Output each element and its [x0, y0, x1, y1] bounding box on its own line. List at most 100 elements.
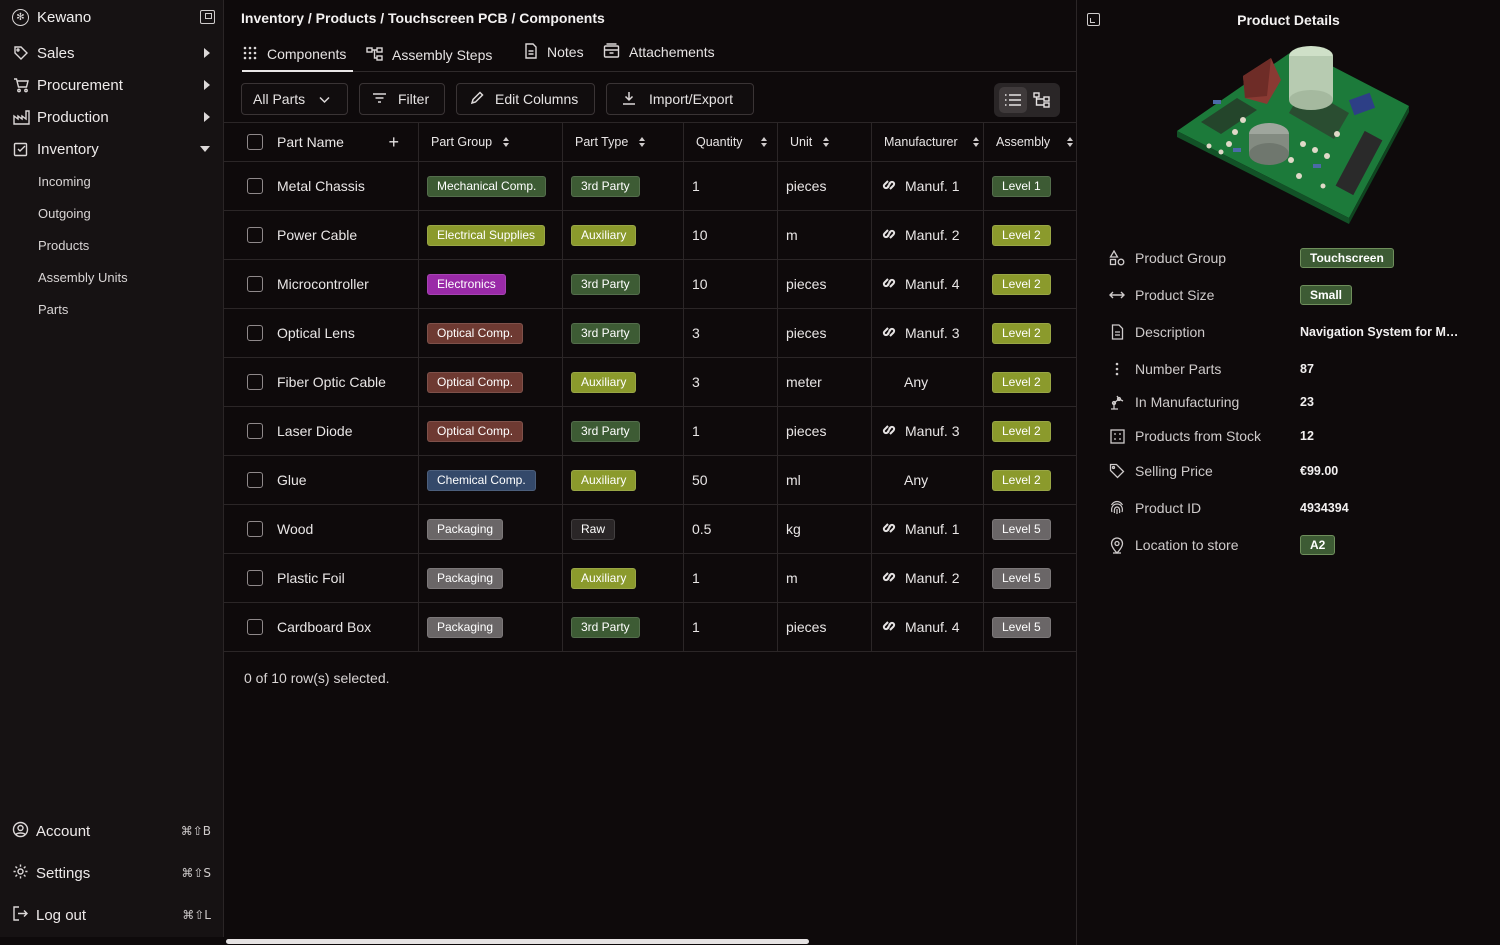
part-type-badge: Auxiliary [571, 567, 637, 589]
header-part-name[interactable]: Part Name + [224, 123, 419, 161]
sidebar-item-production[interactable]: Production [0, 101, 224, 133]
row-checkbox[interactable] [247, 374, 263, 390]
header-part-group[interactable]: Part Group [419, 123, 563, 161]
cell-assembly: Level 2 [984, 211, 1076, 259]
tree-view-icon[interactable] [1028, 87, 1056, 113]
row-checkbox[interactable] [247, 570, 263, 586]
manufacturer-link[interactable]: Manuf. 3 [882, 325, 959, 341]
row-checkbox[interactable] [247, 619, 263, 635]
sidebar-subitem-assembly-units[interactable]: Assembly Units [0, 261, 224, 293]
property-row: In Manufacturing 23 [1109, 390, 1480, 414]
table-row[interactable]: Microcontroller Electronics 3rd Party 10… [224, 260, 1076, 309]
part-type-badge: Raw [571, 518, 616, 540]
part-group-badge: Chemical Comp. [427, 469, 536, 491]
cell-manufacturer: Manuf. 1 [872, 505, 984, 553]
unit-value: pieces [786, 276, 827, 292]
part-type-badge: 3rd Party [571, 175, 640, 197]
row-checkbox[interactable] [247, 521, 263, 537]
table-row[interactable]: Laser Diode Optical Comp. 3rd Party 1 pi… [224, 407, 1076, 456]
property-row: Product ID 4934394 [1109, 496, 1480, 520]
table-row[interactable]: Cardboard Box Packaging 3rd Party 1 piec… [224, 603, 1076, 652]
part-name: Plastic Foil [277, 570, 345, 586]
sort-icon [761, 137, 767, 147]
location-pin-icon [1109, 536, 1125, 554]
row-checkbox[interactable] [247, 423, 263, 439]
sidebar-toggle-icon[interactable] [200, 10, 215, 24]
row-checkbox[interactable] [247, 178, 263, 194]
sidebar-subitem-parts[interactable]: Parts [0, 293, 224, 325]
manufacturer-link[interactable]: Manuf. 1 [882, 178, 959, 194]
unit-value: m [786, 570, 798, 586]
property-label: Selling Price [1135, 463, 1213, 479]
property-value: 87 [1300, 362, 1314, 376]
table-row[interactable]: Optical Lens Optical Comp. 3rd Party 3 p… [224, 309, 1076, 358]
manufacturer-link[interactable]: Manuf. 3 [882, 423, 959, 439]
table-row[interactable]: Wood Packaging Raw 0.5 kg Manuf. 1 Level… [224, 505, 1076, 554]
logout-button[interactable]: Log out ⌘⇧L [12, 904, 211, 926]
cell-part-group: Chemical Comp. [419, 456, 563, 504]
cell-part-group: Electronics [419, 260, 563, 308]
manufacturer-value: Manuf. 4 [905, 619, 960, 635]
panel-title: Product Details [1237, 12, 1340, 28]
import-export-button[interactable]: Import/Export [606, 83, 754, 115]
cell-part-name: Plastic Foil [224, 554, 419, 602]
list-view-icon[interactable] [998, 87, 1027, 113]
tab-attachments[interactable]: Attachements [603, 35, 715, 69]
cell-assembly: Level 5 [984, 603, 1076, 651]
header-unit[interactable]: Unit [778, 123, 872, 161]
assembly-badge: Level 2 [992, 371, 1051, 393]
sidebar-subitem-outgoing[interactable]: Outgoing [0, 197, 224, 229]
table-row[interactable]: Fiber Optic Cable Optical Comp. Auxiliar… [224, 358, 1076, 407]
settings-button[interactable]: Settings ⌘⇧S [12, 862, 211, 884]
add-column-icon[interactable]: + [388, 132, 399, 153]
manufacturer-link[interactable]: Manuf. 4 [882, 276, 959, 292]
row-checkbox[interactable] [247, 276, 263, 292]
filter-button[interactable]: Filter [359, 83, 445, 115]
part-group-badge: Optical Comp. [427, 420, 524, 442]
tab-bar: Components Assembly Steps Notes Attachem… [242, 38, 1076, 72]
manufacturer-value: Manuf. 4 [905, 276, 960, 292]
parts-filter-select[interactable]: All Parts [241, 83, 348, 115]
cell-manufacturer: Manuf. 4 [872, 603, 984, 651]
manufacturer-link[interactable]: Manuf. 4 [882, 619, 959, 635]
tab-notes[interactable]: Notes [524, 35, 584, 69]
sidebar: ✻ Kewano Sales Procurement Production In… [0, 0, 224, 937]
horizontal-scrollbar[interactable] [226, 939, 809, 944]
table-row[interactable]: Power Cable Electrical Supplies Auxiliar… [224, 211, 1076, 260]
sidebar-subitem-incoming[interactable]: Incoming [0, 165, 224, 197]
cell-part-type: 3rd Party [563, 407, 684, 455]
header-part-type[interactable]: Part Type [563, 123, 684, 161]
cell-part-group: Packaging [419, 603, 563, 651]
part-name: Cardboard Box [277, 619, 372, 635]
header-manufacturer[interactable]: Manufacturer [872, 123, 984, 161]
header-quantity[interactable]: Quantity [684, 123, 778, 161]
account-button[interactable]: Account ⌘⇧B [12, 820, 211, 842]
row-checkbox[interactable] [247, 325, 263, 341]
sidebar-item-procurement[interactable]: Procurement [0, 69, 224, 101]
manufacturer-link[interactable]: Manuf. 1 [882, 521, 959, 537]
sort-icon [503, 137, 510, 147]
link-icon [882, 424, 896, 439]
manufacturer-link[interactable]: Manuf. 2 [882, 570, 959, 586]
sidebar-subitem-products[interactable]: Products [0, 229, 224, 261]
tab-components[interactable]: Components [242, 38, 353, 72]
table-row[interactable]: Plastic Foil Packaging Auxiliary 1 m Man… [224, 554, 1076, 603]
row-checkbox[interactable] [247, 227, 263, 243]
header-assembly[interactable]: Assembly [984, 123, 1076, 161]
part-group-badge: Packaging [427, 518, 504, 540]
sidebar-item-inventory[interactable]: Inventory [0, 133, 224, 165]
edit-columns-button[interactable]: Edit Columns [456, 83, 595, 115]
column-title: Unit [790, 135, 813, 149]
row-checkbox[interactable] [247, 472, 263, 488]
table-row[interactable]: Glue Chemical Comp. Auxiliary 50 ml Any … [224, 456, 1076, 505]
hierarchy-icon [366, 46, 383, 65]
cell-quantity: 10 [684, 211, 778, 259]
unit-value: meter [786, 374, 822, 390]
sidebar-item-sales[interactable]: Sales [0, 37, 224, 69]
manufacturer-link[interactable]: Manuf. 2 [882, 227, 959, 243]
quantity-value: 50 [692, 472, 708, 488]
part-group-badge: Packaging [427, 616, 504, 638]
tab-assembly-steps[interactable]: Assembly Steps [366, 38, 492, 72]
select-all-checkbox[interactable] [247, 134, 263, 150]
table-row[interactable]: Metal Chassis Mechanical Comp. 3rd Party… [224, 162, 1076, 211]
